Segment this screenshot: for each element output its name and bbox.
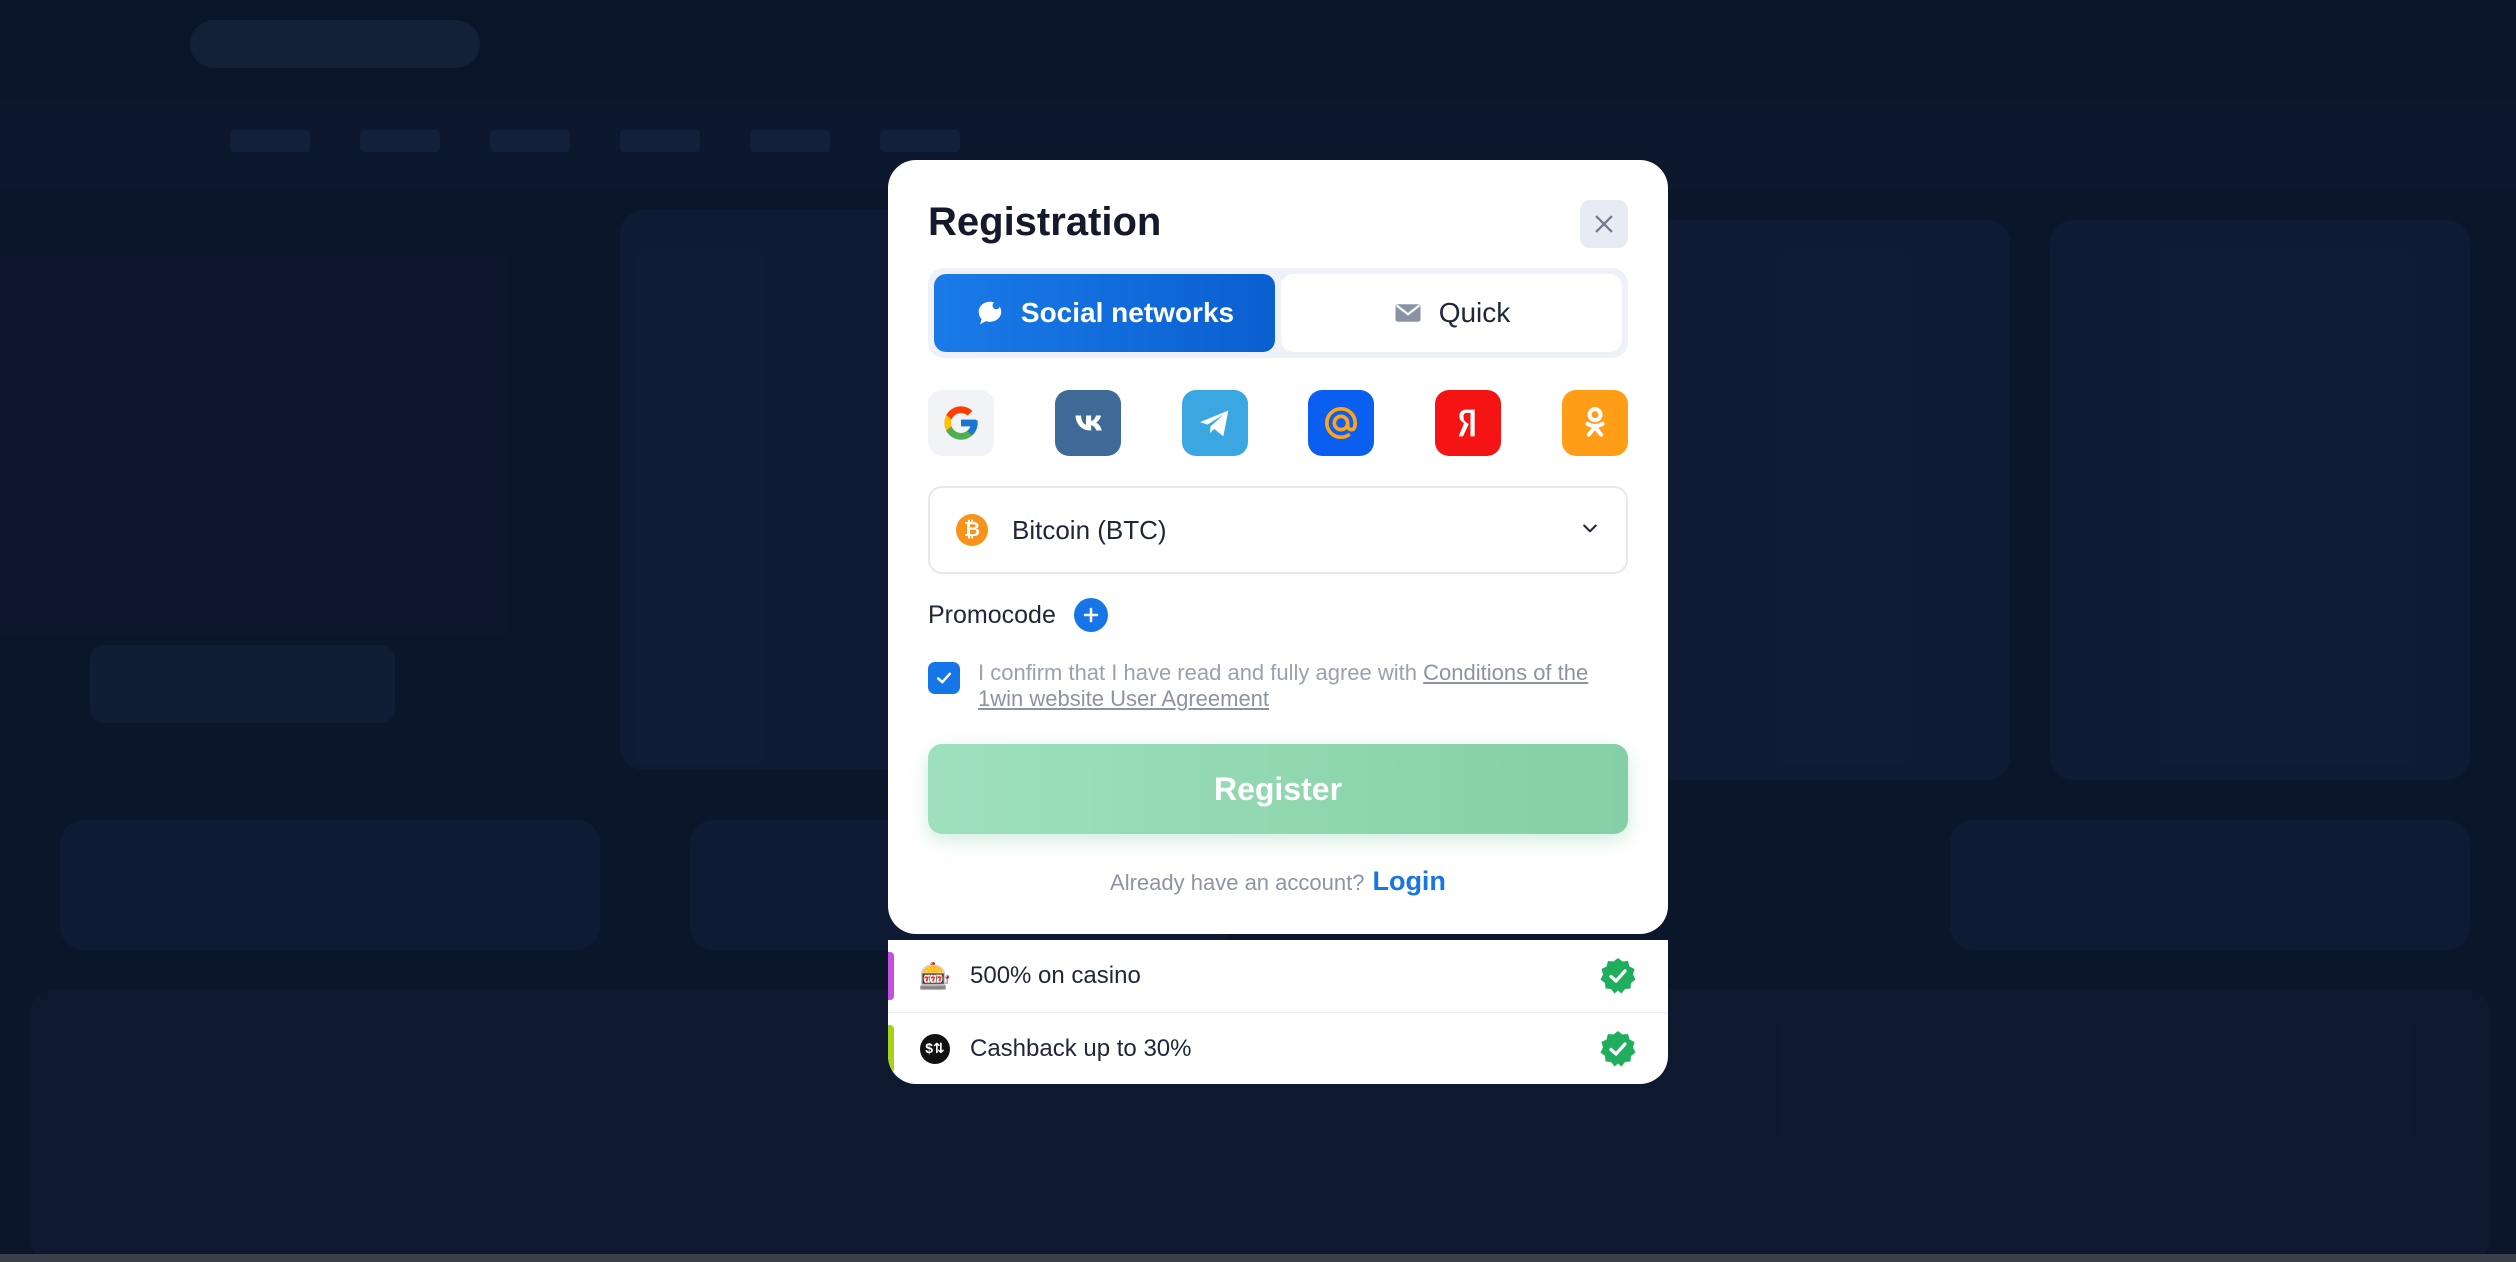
tab-quick[interactable]: Quick bbox=[1281, 274, 1622, 352]
bonus-accent-bar bbox=[888, 1025, 894, 1073]
plus-icon bbox=[1083, 607, 1099, 623]
tab-social-networks[interactable]: Social networks bbox=[934, 274, 1275, 352]
login-link[interactable]: Login bbox=[1372, 866, 1445, 897]
at-sign-icon bbox=[1325, 406, 1358, 440]
bonus-text: Cashback up to 30% bbox=[970, 1034, 1192, 1062]
bonus-panel: 🎰 500% on casino $⇅ Cashback up to 30% bbox=[888, 940, 1668, 1084]
currency-select[interactable]: ₿ Bitcoin (BTC) bbox=[928, 486, 1628, 574]
currency-value: Bitcoin (BTC) bbox=[1012, 514, 1167, 545]
telegram-icon bbox=[1199, 410, 1228, 437]
agreement-statement: I confirm that I have read and fully agr… bbox=[978, 660, 1424, 685]
yandex-login-button[interactable] bbox=[1435, 390, 1502, 456]
social-login-buttons bbox=[928, 390, 1628, 456]
checkmark-icon bbox=[936, 672, 952, 684]
google-login-button[interactable] bbox=[928, 390, 994, 456]
promocode-row: Promocode bbox=[928, 598, 1108, 632]
window-bottom-bar bbox=[0, 1254, 2516, 1262]
agreement-row: I confirm that I have read and fully agr… bbox=[928, 660, 1628, 712]
bonus-item: 🎰 500% on casino bbox=[888, 940, 1668, 1012]
cashback-coin-icon: $⇅ bbox=[918, 1032, 952, 1066]
telegram-login-button[interactable] bbox=[1181, 390, 1248, 456]
envelope-icon bbox=[1395, 304, 1421, 322]
bonus-item: $⇅ Cashback up to 30% bbox=[888, 1012, 1668, 1084]
bonus-accent-bar bbox=[888, 952, 894, 1000]
close-button[interactable] bbox=[1580, 200, 1628, 248]
bitcoin-icon: ₿ bbox=[956, 514, 988, 546]
login-prompt: Already have an account? Login bbox=[928, 866, 1628, 897]
ok-icon bbox=[1585, 407, 1605, 437]
mail-login-button[interactable] bbox=[1308, 390, 1375, 456]
close-icon bbox=[1595, 215, 1613, 233]
slot-machine-icon: 🎰 bbox=[918, 960, 952, 991]
add-promocode-button[interactable] bbox=[1073, 598, 1108, 632]
tab-label: Quick bbox=[1438, 297, 1511, 328]
chevron-down-icon bbox=[1580, 518, 1600, 543]
vk-login-button[interactable] bbox=[1054, 390, 1121, 456]
google-icon bbox=[944, 406, 978, 440]
modal-title: Registration bbox=[928, 200, 1162, 244]
promocode-label: Promocode bbox=[928, 600, 1056, 629]
tab-label: Social networks bbox=[1020, 297, 1235, 328]
verified-badge-icon bbox=[1600, 1030, 1636, 1066]
verified-badge-icon bbox=[1600, 958, 1636, 994]
ok-login-button[interactable] bbox=[1561, 390, 1628, 456]
registration-tabs: Social networks Quick bbox=[928, 268, 1628, 358]
chat-bubble-icon bbox=[978, 301, 1002, 325]
agreement-text: I confirm that I have read and fully agr… bbox=[978, 660, 1628, 712]
register-button[interactable]: Register bbox=[928, 744, 1628, 834]
vk-icon bbox=[1075, 415, 1102, 431]
agreement-checkbox[interactable] bbox=[928, 662, 960, 694]
login-question: Already have an account? bbox=[1110, 870, 1365, 895]
bonus-text: 500% on casino bbox=[970, 962, 1141, 989]
yandex-icon bbox=[1458, 409, 1475, 437]
registration-modal: Registration Social networks Quick ₿ Bit… bbox=[888, 160, 1668, 934]
